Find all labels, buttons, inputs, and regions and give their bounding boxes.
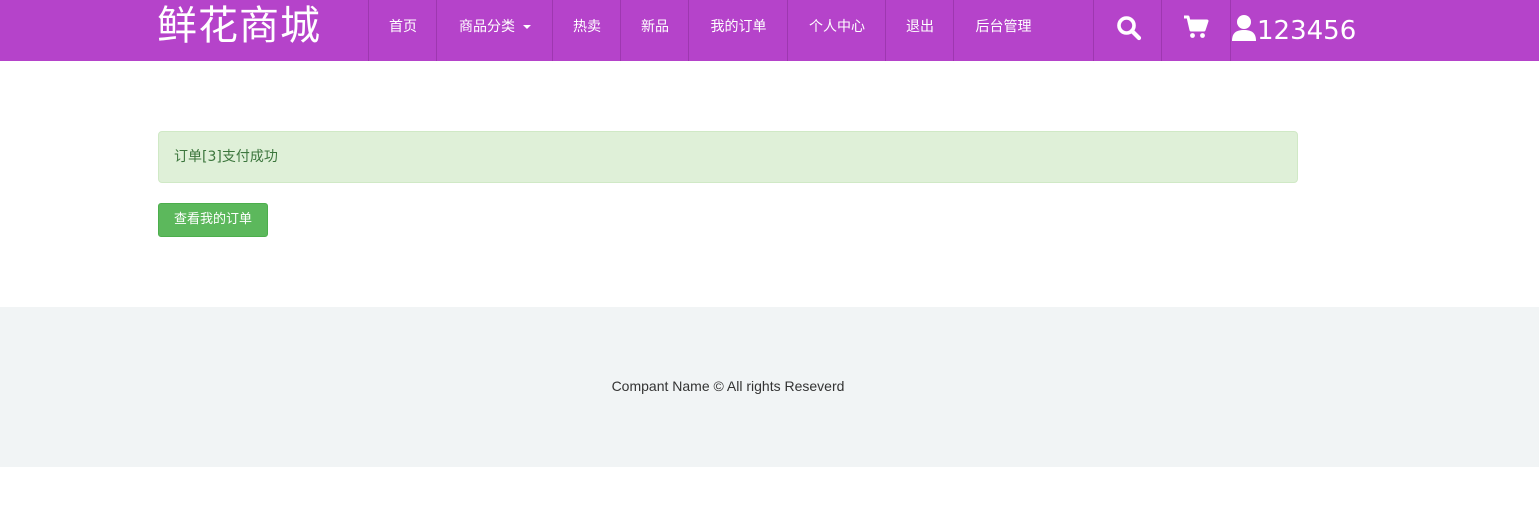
- nav-home-label: 首页: [389, 19, 417, 35]
- nav-new-label: 新品: [641, 19, 669, 35]
- cart-icon: [1184, 15, 1209, 38]
- search-button[interactable]: [1093, 0, 1162, 61]
- nav-profile[interactable]: 个人中心: [787, 0, 886, 61]
- nav-categories-dropdown[interactable]: 商品分类: [436, 0, 553, 61]
- nav-new[interactable]: 新品: [620, 0, 689, 61]
- nav-categories-label: 商品分类: [459, 19, 515, 35]
- caret-down-icon: [523, 25, 531, 29]
- nav-admin[interactable]: 后台管理: [953, 0, 1053, 61]
- nav-logout[interactable]: 退出: [885, 0, 954, 61]
- view-my-orders-button[interactable]: 查看我的订单: [158, 203, 268, 237]
- nav-logout-label: 退出: [906, 19, 934, 35]
- nav-profile-label: 个人中心: [809, 19, 865, 35]
- username-label: 123456: [1257, 16, 1357, 46]
- search-icon: [1117, 16, 1142, 41]
- cart-button[interactable]: [1161, 0, 1231, 61]
- user-icon: [1232, 15, 1256, 41]
- nav-admin-label: 后台管理: [975, 19, 1032, 35]
- nav-hot[interactable]: 热卖: [552, 0, 621, 61]
- user-account[interactable]: 123456: [1230, 0, 1356, 61]
- footer-copyright: Compant Name © All rights Reseverd: [611, 378, 845, 394]
- nav-home[interactable]: 首页: [368, 0, 437, 61]
- alert-message: 订单[3]支付成功: [174, 149, 278, 165]
- page-footer: Compant Name © All rights Reseverd: [0, 307, 1539, 467]
- nav-my-orders[interactable]: 我的订单: [688, 0, 788, 61]
- nav-hot-label: 热卖: [573, 19, 601, 35]
- top-navbar: 鲜花商城 首页 商品分类 热卖 新品 我的订单 个人中心 退出 后台管理 123…: [0, 0, 1539, 61]
- success-alert: 订单[3]支付成功: [158, 131, 1298, 183]
- nav-my-orders-label: 我的订单: [710, 19, 767, 35]
- site-logo[interactable]: 鲜花商城: [157, 0, 321, 52]
